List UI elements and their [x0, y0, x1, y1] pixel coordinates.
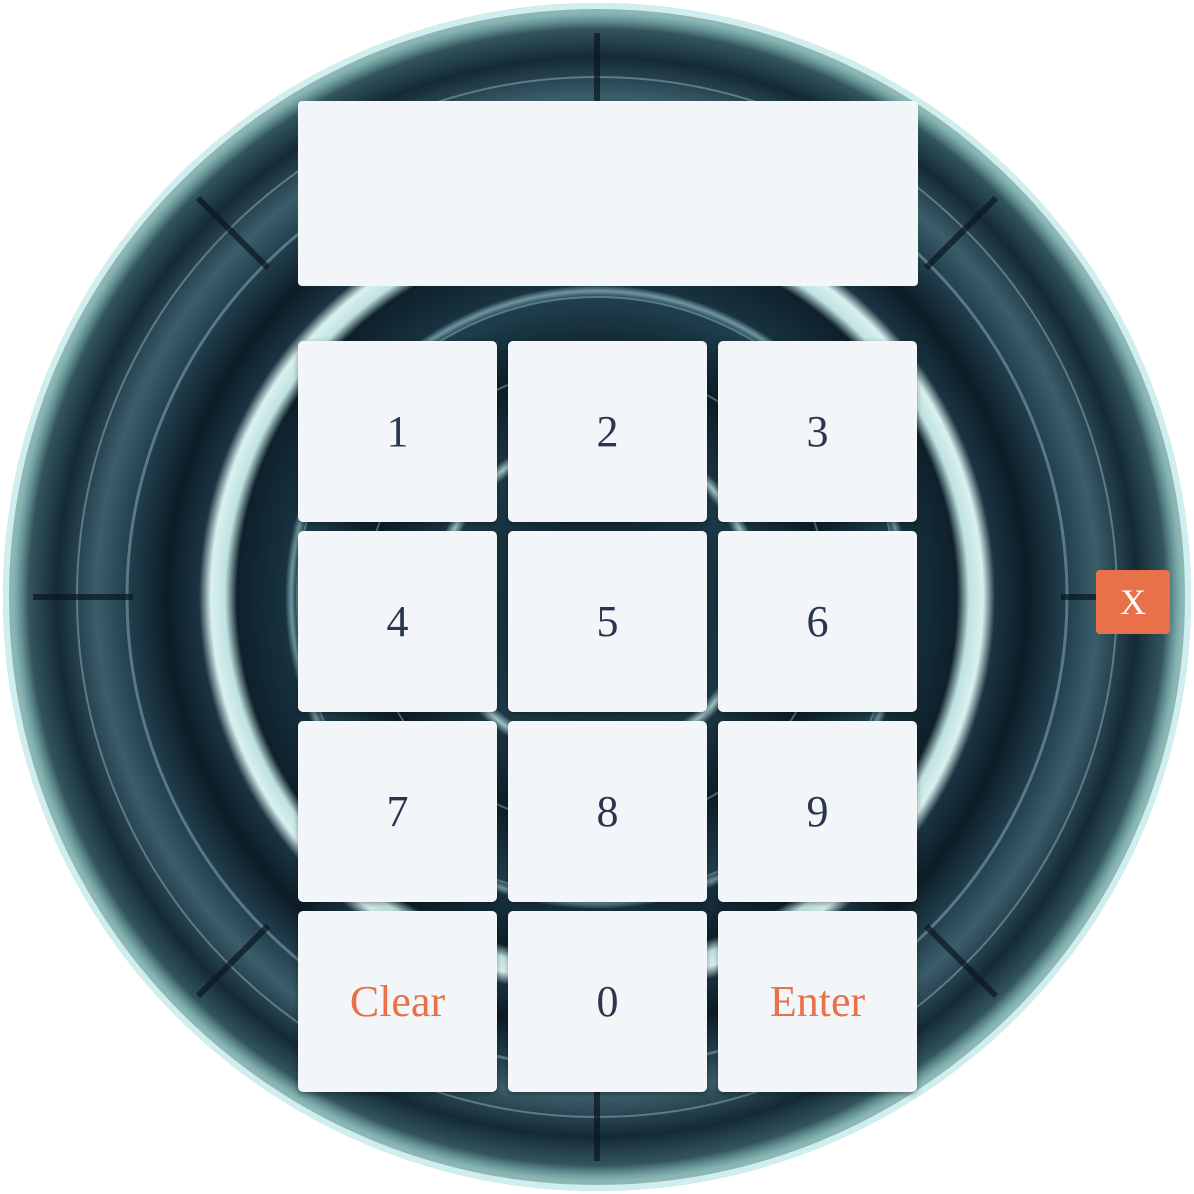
keypad-screen: 1 2 3 4 5 6 7 8 9 Clear 0 Enter X: [0, 0, 1194, 1194]
key-1[interactable]: 1: [298, 341, 497, 522]
enter-button[interactable]: Enter: [718, 911, 917, 1092]
key-4[interactable]: 4: [298, 531, 497, 712]
key-3[interactable]: 3: [718, 341, 917, 522]
key-9[interactable]: 9: [718, 721, 917, 902]
close-button[interactable]: X: [1096, 570, 1170, 634]
clear-button[interactable]: Clear: [298, 911, 497, 1092]
pin-display: [298, 101, 918, 286]
key-5[interactable]: 5: [508, 531, 707, 712]
key-6[interactable]: 6: [718, 531, 917, 712]
key-2[interactable]: 2: [508, 341, 707, 522]
key-8[interactable]: 8: [508, 721, 707, 902]
key-0[interactable]: 0: [508, 911, 707, 1092]
key-7[interactable]: 7: [298, 721, 497, 902]
